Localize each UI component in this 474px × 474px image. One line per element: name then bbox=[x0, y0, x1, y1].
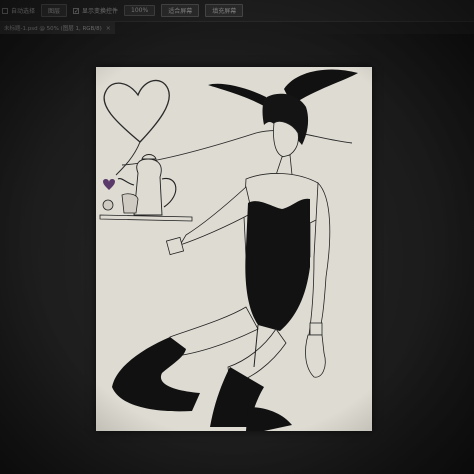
illustration-artwork bbox=[99, 69, 358, 431]
shoe-heel bbox=[246, 407, 292, 431]
neck bbox=[275, 154, 293, 176]
bodysuit bbox=[245, 198, 310, 331]
purple-heart-icon bbox=[103, 179, 115, 190]
tray bbox=[99, 214, 193, 222]
show-transform-checkbox[interactable]: ✓ bbox=[73, 7, 79, 14]
layer-select[interactable]: 图层 bbox=[41, 4, 68, 17]
fit-screen-button[interactable]: 适合屏幕 bbox=[161, 4, 200, 17]
teapot-handle bbox=[161, 178, 177, 208]
garland-line bbox=[121, 130, 353, 166]
zoom-field[interactable]: 100% bbox=[124, 5, 156, 16]
teapot-body bbox=[133, 158, 163, 216]
document-tab-bar: 未标题-1.psd @ 50% (图层 1, RGB/8) × bbox=[0, 22, 474, 34]
document-tab[interactable]: 未标题-1.psd @ 50% (图层 1, RGB/8) × bbox=[0, 22, 115, 34]
teapot-spout bbox=[117, 178, 135, 186]
fill-screen-button[interactable]: 填充屏幕 bbox=[205, 4, 244, 17]
show-transform-option[interactable]: ✓ 显示变换控件 bbox=[73, 6, 118, 15]
string-line bbox=[115, 141, 141, 176]
left-arm bbox=[179, 186, 253, 246]
auto-select-option[interactable]: 自动选择 bbox=[2, 6, 35, 15]
right-cuff bbox=[309, 322, 323, 336]
document-canvas[interactable] bbox=[96, 67, 372, 431]
right-hand bbox=[305, 334, 326, 378]
bunny-ear-left bbox=[208, 83, 266, 107]
auto-select-checkbox[interactable] bbox=[2, 7, 8, 14]
teacup bbox=[121, 193, 139, 214]
monitor-screen: 自动选择 图层 ✓ 显示变换控件 100% 适合屏幕 填充屏幕 未标题-1.ps… bbox=[0, 0, 474, 474]
sweet-item bbox=[102, 199, 114, 211]
teapot-lid bbox=[141, 154, 157, 160]
document-tab-title: 未标题-1.psd @ 50% (图层 1, RGB/8) bbox=[4, 26, 102, 32]
left-cuff bbox=[165, 236, 185, 256]
heart-doodle bbox=[103, 79, 170, 143]
close-icon[interactable]: × bbox=[106, 25, 111, 32]
auto-select-label: 自动选择 bbox=[11, 8, 36, 15]
options-bar: 自动选择 图层 ✓ 显示变换控件 100% 适合屏幕 填充屏幕 bbox=[0, 0, 474, 22]
show-transform-label: 显示变换控件 bbox=[82, 8, 119, 15]
